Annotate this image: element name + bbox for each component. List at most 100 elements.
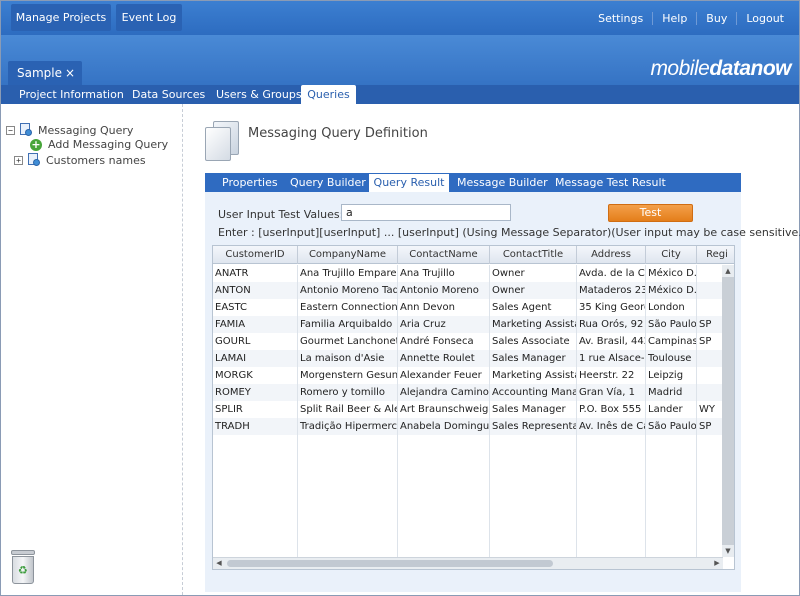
column-header[interactable]: Regi [697, 246, 734, 264]
tree-label: Add Messaging Query [48, 138, 169, 151]
project-tab[interactable]: Sample × [8, 61, 82, 86]
column-header[interactable]: CompanyName [298, 246, 398, 264]
table-cell: Ana Trujillo [398, 265, 490, 282]
table-cell: México D.F. [646, 265, 697, 282]
table-cell: Familia Arquibaldo [298, 316, 398, 333]
buy-link[interactable]: Buy [696, 11, 736, 25]
table-cell: Alexander Feuer [398, 367, 490, 384]
grid-header: CustomerID CompanyName ContactName Conta… [213, 246, 734, 264]
table-cell: André Fonseca [398, 333, 490, 350]
page-title: Messaging Query Definition [248, 126, 428, 141]
table-cell: Heerstr. 22 [577, 367, 646, 384]
table-cell: TRADH [213, 418, 298, 435]
nav-users-groups[interactable]: Users & Groups [216, 85, 302, 104]
user-input-field[interactable] [341, 204, 511, 221]
table-cell: Sales Manager [490, 350, 577, 367]
table-cell: Marketing Assistant [490, 367, 577, 384]
table-cell: FAMIA [213, 316, 298, 333]
table-cell: P.O. Box 555 [577, 401, 646, 418]
scroll-left-icon[interactable]: ◀ [213, 558, 225, 569]
table-cell: 1 rue Alsace-Lorraine [577, 350, 646, 367]
event-log-button[interactable]: Event Log [116, 4, 182, 31]
table-cell: 35 King George [577, 299, 646, 316]
table-cell: Marketing Assistant [490, 316, 577, 333]
scroll-right-icon[interactable]: ▶ [711, 558, 723, 569]
table-row[interactable]: MORGKMorgenstern GesundkostAlexander Feu… [213, 367, 723, 384]
table-cell: Alejandra Camino [398, 384, 490, 401]
scroll-thumb[interactable] [227, 560, 553, 567]
tree-item-add-messaging-query[interactable]: + Add Messaging Query [30, 138, 168, 151]
table-row[interactable]: GOURLGourmet LanchonetesAndré FonsecaSal… [213, 333, 723, 350]
expand-icon[interactable]: + [14, 155, 23, 165]
table-cell: Annette Roulet [398, 350, 490, 367]
tree-item-customers-names[interactable]: + Customers names [14, 153, 146, 167]
table-cell: Sales Associate [490, 333, 577, 350]
table-row[interactable]: FAMIA Familia Arquibaldo Aria Cruz Marketin… [213, 316, 723, 333]
column-header[interactable]: Address [577, 246, 646, 264]
scroll-down-icon[interactable]: ▼ [722, 545, 734, 557]
nav-project-information[interactable]: Project Information [19, 85, 124, 104]
project-tab-label: Sample [17, 66, 62, 80]
table-cell: Split Rail Beer & Ale [298, 401, 398, 418]
table-cell: Campinas [646, 333, 697, 350]
column-header[interactable]: ContactName [398, 246, 490, 264]
close-icon[interactable]: × [65, 61, 75, 86]
table-cell: ANTON [213, 282, 298, 299]
table-row[interactable]: LAMAI La maison d'Asie Annette Roulet Sales… [213, 350, 723, 367]
settings-link[interactable]: Settings [589, 12, 652, 25]
table-cell: GOURL [213, 333, 298, 350]
column-header[interactable]: City [646, 246, 697, 264]
input-hint: Enter : [userInput][userInput] ... [user… [218, 226, 800, 239]
tab-message-builder[interactable]: Message Builder [457, 173, 548, 192]
help-link[interactable]: Help [652, 11, 696, 25]
column-header[interactable]: ContactTitle [490, 246, 577, 264]
tab-properties[interactable]: Properties [222, 173, 278, 192]
table-cell: London [646, 299, 697, 316]
table-cell: EASTC [213, 299, 298, 316]
nav-queries[interactable]: Queries [301, 85, 356, 104]
tab-message-test-result[interactable]: Message Test Result [555, 173, 666, 192]
table-cell: Ana Trujillo Emparedados [298, 265, 398, 282]
table-cell: Lander [646, 401, 697, 418]
query-icon [20, 123, 33, 137]
top-bar: Manage Projects Event Log Settings Help … [1, 1, 799, 35]
user-input-label: User Input Test Values: [218, 208, 344, 221]
manage-projects-button[interactable]: Manage Projects [11, 4, 111, 31]
vertical-scrollbar[interactable]: ▲ ▼ [722, 265, 734, 557]
top-links: Settings Help Buy Logout [589, 1, 793, 35]
column-header[interactable]: CustomerID [213, 246, 298, 264]
table-row[interactable]: ANTONAntonio Moreno TaqueríaAntonio More… [213, 282, 723, 299]
logout-link[interactable]: Logout [736, 11, 793, 25]
table-cell: Av. Inês de Castro [577, 418, 646, 435]
collapse-icon[interactable]: − [6, 125, 15, 135]
table-cell: La maison d'Asie [298, 350, 398, 367]
table-cell: MORGK [213, 367, 298, 384]
result-grid: CustomerID CompanyName ContactName Conta… [212, 245, 735, 570]
table-row[interactable]: SPLIR Split Rail Beer & Ale Art Braunschwe… [213, 401, 723, 418]
tab-query-builder[interactable]: Query Builder [290, 173, 366, 192]
tree-label: Messaging Query [38, 123, 134, 137]
scroll-up-icon[interactable]: ▲ [722, 265, 734, 277]
table-cell: São Paulo [646, 418, 697, 435]
tree-item-messaging-query[interactable]: − Messaging Query [6, 123, 133, 137]
sidebar [1, 104, 183, 595]
add-icon: + [30, 137, 42, 151]
test-button[interactable]: Test [608, 204, 693, 222]
tab-query-result[interactable]: Query Result [369, 174, 449, 192]
table-row[interactable]: ANATRAna Trujillo EmparedadosAna Trujill… [213, 265, 723, 282]
table-cell: ROMEY [213, 384, 298, 401]
table-cell: Eastern Connection [298, 299, 398, 316]
table-cell: Owner [490, 282, 577, 299]
table-cell: Av. Brasil, 442 [577, 333, 646, 350]
table-row[interactable]: ROMEY Romero y tomillo Alejandra Camino Acc… [213, 384, 723, 401]
nav-data-sources[interactable]: Data Sources [132, 85, 205, 104]
horizontal-scrollbar[interactable]: ◀ ▶ [213, 557, 723, 569]
table-cell: Romero y tomillo [298, 384, 398, 401]
recycle-bin-icon[interactable]: ♻ [10, 550, 36, 584]
table-row[interactable]: EASTC Eastern Connection Ann Devon Sales Ag… [213, 299, 723, 316]
table-cell: Owner [490, 265, 577, 282]
table-cell: Anabela Domingues [398, 418, 490, 435]
table-cell: Gourmet Lanchonetes [298, 333, 398, 350]
table-row[interactable]: TRADHTradição HipermercadosAnabela Domin… [213, 418, 723, 435]
table-cell: Ann Devon [398, 299, 490, 316]
